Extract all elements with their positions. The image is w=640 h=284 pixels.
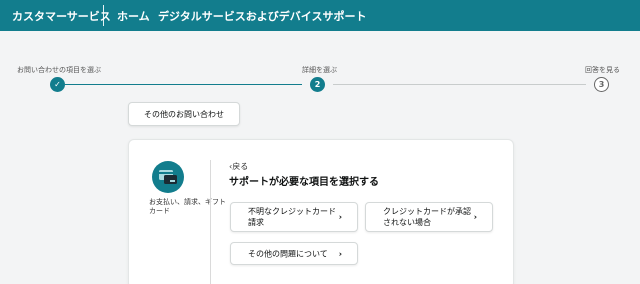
chevron-right-icon: › (338, 249, 342, 258)
step-1-label: お問い合わせの項目を選ぶ (17, 66, 101, 74)
credit-card-icon (152, 161, 184, 193)
option-card-declined[interactable]: クレジットカードが承認されない場合 › (365, 202, 493, 232)
nav-digital-support-link[interactable]: デジタルサービスおよびデバイスサポート (158, 8, 366, 24)
chevron-right-icon: › (338, 212, 342, 222)
category-label: お支払い、請求、ギフトカード (149, 198, 226, 215)
section-title: サポートが必要な項目を選択する (229, 177, 379, 188)
nav-home-link[interactable]: ホーム (117, 8, 150, 24)
step-connector-2 (333, 84, 586, 85)
step-2-label: 詳細を選ぶ (302, 66, 337, 74)
chevron-right-icon: › (473, 212, 477, 222)
step-1-check-icon[interactable]: ✓ (50, 77, 65, 92)
back-link[interactable]: ‹戻る (229, 161, 248, 172)
step-2-marker: 2 (310, 77, 325, 92)
card-divider (210, 160, 211, 284)
nav-divider (103, 5, 104, 26)
progress-stepper: お問い合わせの項目を選ぶ 詳細を選ぶ 回答を見る ✓ 2 3 (0, 31, 640, 101)
option-label: 不明なクレジットカード請求 (248, 207, 336, 227)
step-connector-1 (65, 84, 302, 85)
back-label: 戻る (232, 162, 249, 171)
option-unknown-charge[interactable]: 不明なクレジットカード請求 › (230, 202, 358, 232)
option-other-issues[interactable]: その他の問題について › (230, 242, 358, 265)
top-navigation-bar: カスタマーサービス ホーム デジタルサービスおよびデバイスサポート (0, 0, 640, 31)
step-3-marker: 3 (594, 77, 609, 92)
option-label: クレジットカードが承認されない場合 (383, 207, 471, 227)
customer-service-link[interactable]: カスタマーサービス (12, 8, 111, 24)
support-card: お支払い、請求、ギフトカード ‹戻る サポートが必要な項目を選択する 不明なクレ… (128, 139, 514, 284)
other-inquiry-button[interactable]: その他のお問い合わせ (128, 102, 240, 126)
step-3-label: 回答を見る (585, 66, 620, 74)
option-label: その他の問題について (248, 249, 328, 258)
